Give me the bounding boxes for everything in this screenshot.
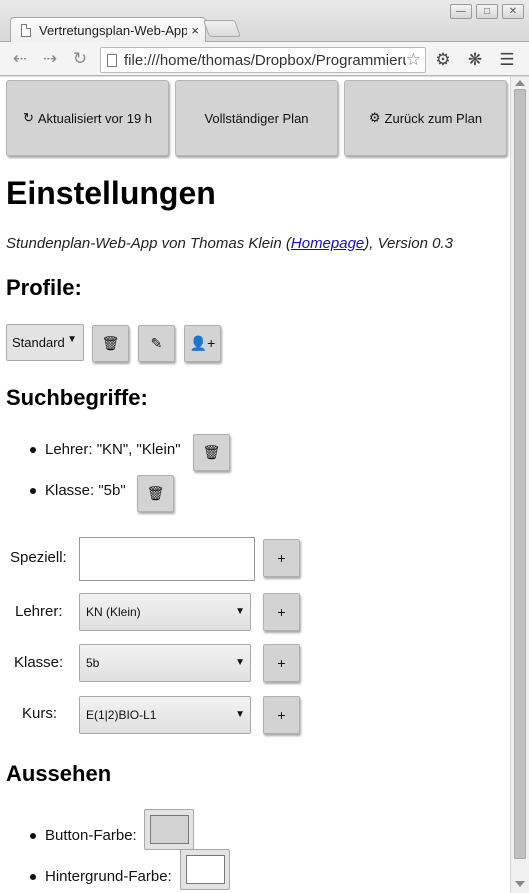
gear-icon: ⚙ — [368, 110, 381, 125]
bullet-icon — [30, 873, 36, 880]
delete-search-term-button[interactable]: 🗑 — [137, 475, 174, 512]
maximize-icon[interactable]: □ — [476, 4, 498, 19]
class-select-value: 5b — [86, 656, 100, 670]
button-color-label: Button-Farbe: — [45, 827, 137, 844]
background-color-picker[interactable] — [180, 849, 230, 890]
chevron-down-icon: ▼ — [235, 657, 245, 668]
back-icon[interactable]: ⇠ — [8, 48, 32, 70]
background-color-label: Hintergrund-Farbe: — [45, 868, 172, 885]
bullet-icon — [30, 487, 36, 494]
homepage-link[interactable]: Homepage — [291, 235, 364, 252]
app-info-suffix: ), Version 0.3 — [364, 235, 453, 252]
special-input[interactable] — [79, 537, 255, 581]
chevron-down-icon: ▼ — [235, 606, 245, 617]
refresh-button[interactable]: ↻ Aktualisiert vor 19 h — [6, 80, 169, 156]
delete-search-term-button[interactable]: 🗑 — [193, 434, 230, 471]
back-to-plan-button[interactable]: ⚙ Zurück zum Plan — [344, 80, 507, 156]
scrollbar-thumb[interactable] — [514, 89, 526, 859]
add-user-icon: 👤+ — [189, 335, 216, 351]
app-info-prefix: Stundenplan-Web-App von Thomas Klein ( — [6, 235, 291, 252]
chevron-down-icon: ▼ — [235, 709, 245, 720]
tab-close-icon[interactable]: × — [191, 23, 199, 38]
trash-icon: 🗑 — [146, 485, 165, 501]
scroll-up-icon[interactable] — [515, 80, 525, 86]
course-label: Kurs: — [22, 705, 58, 722]
background-color-swatch — [186, 855, 225, 884]
page-icon — [107, 53, 117, 67]
tab-title: Vertretungsplan-Web-App — [39, 23, 188, 38]
star-icon[interactable]: ☆ — [406, 50, 421, 70]
list-item: Hintergrund-Farbe: — [30, 868, 172, 885]
browser-toolbar: ⇠ ⇢ ↻ file:///home/thomas/Dropbox/Progra… — [0, 42, 529, 76]
rename-profile-button[interactable]: ✎ — [138, 325, 175, 362]
scrollbar[interactable] — [510, 77, 529, 893]
profiles-heading: Profile: — [6, 275, 82, 300]
course-select[interactable]: E(1|2)BIO-L1 ▼ — [79, 696, 251, 734]
search-term-text: Klasse: "5b" — [45, 482, 126, 499]
browser-tab[interactable]: Vertretungsplan-Web-App × — [10, 17, 206, 43]
button-color-swatch — [150, 815, 189, 844]
bullet-icon — [30, 832, 36, 839]
refresh-button-label: Aktualisiert vor 19 h — [37, 110, 153, 126]
search-term-text: Lehrer: "KN", "Klein" — [45, 441, 181, 458]
profile-select-value: Standard — [12, 335, 65, 350]
add-class-button-label: + — [277, 655, 286, 671]
page-title: Einstellungen — [6, 175, 216, 211]
search-terms-heading: Suchbegriffe: — [6, 385, 148, 410]
reload-icon[interactable]: ↻ — [68, 48, 92, 70]
teacher-label: Lehrer: — [15, 603, 63, 620]
new-tab-button[interactable] — [202, 20, 242, 37]
add-special-button-label: + — [277, 550, 286, 566]
appearance-heading: Aussehen — [6, 761, 112, 786]
pencil-icon: ✎ — [150, 335, 163, 351]
add-profile-button[interactable]: 👤+ — [184, 325, 221, 362]
minimize-icon[interactable]: — — [450, 4, 472, 19]
full-plan-button[interactable]: Vollständiger Plan — [175, 80, 338, 156]
course-select-value: E(1|2)BIO-L1 — [86, 708, 157, 722]
add-course-button-label: + — [277, 707, 286, 723]
top-navigation: ↻ Aktualisiert vor 19 h Vollständiger Pl… — [6, 80, 508, 156]
add-class-button[interactable]: + — [263, 644, 300, 682]
forward-icon[interactable]: ⇢ — [38, 48, 62, 70]
add-special-button[interactable]: + — [263, 539, 300, 577]
page-viewport: ↻ Aktualisiert vor 19 h Vollständiger Pl… — [0, 77, 510, 893]
url-text: file:///home/thomas/Dropbox/Programmieru… — [124, 51, 406, 69]
trash-icon: 🗑 — [202, 444, 221, 460]
menu-icon[interactable]: ☰ — [496, 49, 518, 71]
full-plan-label: Vollständiger Plan — [204, 110, 309, 126]
gear-icon[interactable]: ⚙ — [432, 49, 454, 71]
address-bar[interactable]: file:///home/thomas/Dropbox/Programmieru… — [100, 47, 426, 73]
teacher-select-value: KN (Klein) — [86, 605, 141, 619]
scroll-down-icon[interactable] — [515, 881, 525, 887]
list-item: Lehrer: "KN", "Klein" — [30, 441, 181, 458]
special-label: Speziell: — [10, 549, 67, 566]
class-label: Klasse: — [14, 654, 64, 671]
chevron-down-icon: ▼ — [67, 334, 77, 345]
bullet-icon — [30, 446, 36, 453]
refresh-icon: ↻ — [22, 110, 34, 125]
teacher-select[interactable]: KN (Klein) ▼ — [79, 593, 251, 631]
trash-icon: 🗑 — [101, 335, 120, 351]
back-to-plan-label: Zurück zum Plan — [384, 110, 483, 126]
add-course-button[interactable]: + — [263, 696, 300, 734]
add-teacher-button-label: + — [277, 604, 286, 620]
bug-icon[interactable]: ❋ — [464, 49, 486, 71]
list-item: Klasse: "5b" — [30, 482, 126, 499]
class-select[interactable]: 5b ▼ — [79, 644, 251, 682]
browser-tabstrip: Vertretungsplan-Web-App × — □ ✕ — [0, 0, 529, 43]
delete-profile-button[interactable]: 🗑 — [92, 325, 129, 362]
profile-select[interactable]: Standard ▼ — [6, 324, 84, 361]
button-color-picker[interactable] — [144, 809, 194, 850]
close-icon[interactable]: ✕ — [502, 4, 524, 19]
app-info: Stundenplan-Web-App von Thomas Klein (Ho… — [6, 235, 453, 252]
list-item: Button-Farbe: — [30, 827, 137, 844]
add-teacher-button[interactable]: + — [263, 593, 300, 631]
page-icon — [21, 24, 31, 37]
